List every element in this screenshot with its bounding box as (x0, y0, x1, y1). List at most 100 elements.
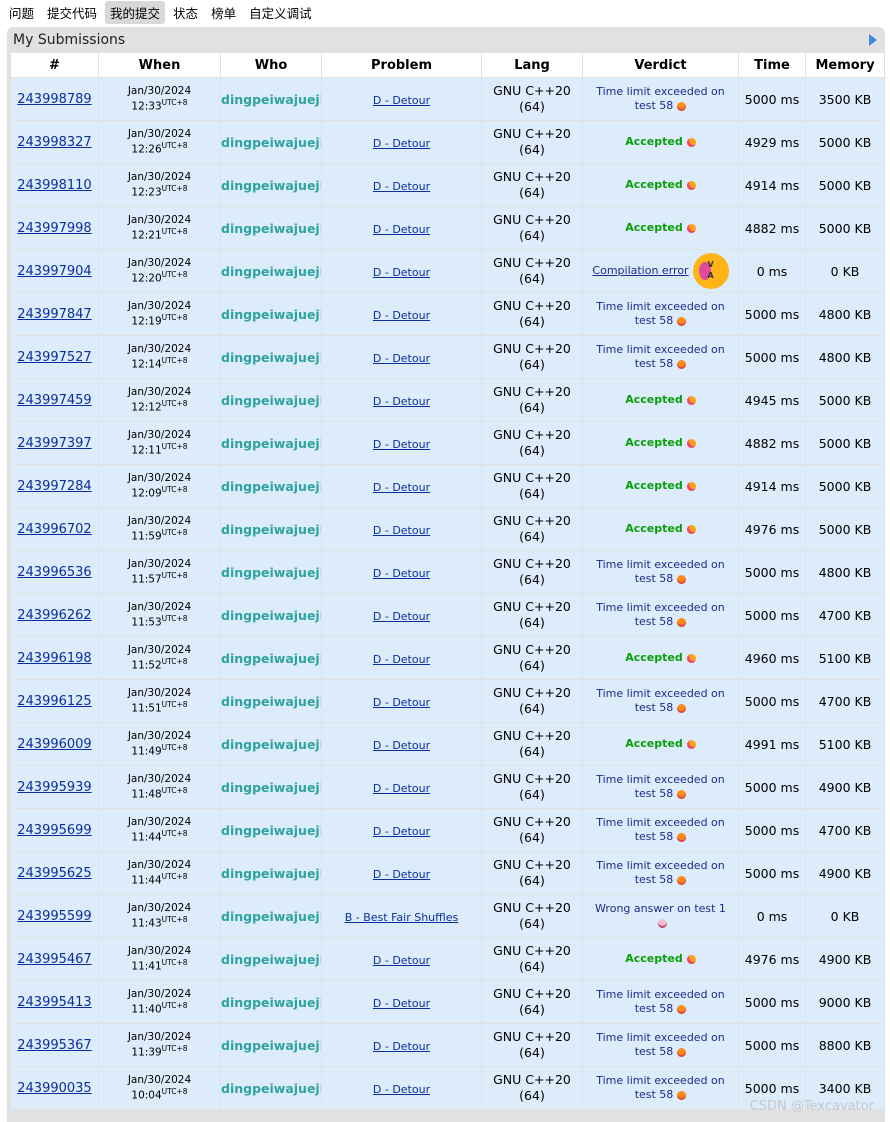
who-cell[interactable]: dingpeiwajueji (221, 809, 321, 851)
user-handle[interactable]: dingpeiwajueji (221, 608, 321, 623)
nav-item[interactable]: 榜单 (206, 1, 241, 24)
submission-id-link[interactable]: 243997459 (17, 393, 91, 408)
nav-item[interactable]: 我的提交 (105, 0, 166, 24)
submission-id-link[interactable]: 243995699 (17, 823, 91, 838)
submission-id-link[interactable]: 243995939 (17, 780, 91, 795)
submission-id-link[interactable]: 243996009 (17, 737, 91, 752)
user-handle[interactable]: dingpeiwajueji (221, 1081, 321, 1096)
problem-link[interactable]: D - Detour (373, 739, 430, 752)
submission-id-link[interactable]: 243997998 (17, 221, 91, 236)
problem-link[interactable]: D - Detour (373, 782, 430, 795)
problem-link[interactable]: D - Detour (373, 567, 430, 580)
user-handle[interactable]: dingpeiwajueji (221, 436, 321, 451)
problem-link[interactable]: D - Detour (373, 137, 430, 150)
submission-id-link[interactable]: 243998327 (17, 135, 91, 150)
problem-link[interactable]: D - Detour (373, 352, 430, 365)
user-handle[interactable]: dingpeiwajueji (221, 479, 321, 494)
who-cell[interactable]: dingpeiwajueji (221, 121, 321, 163)
submission-id-link[interactable]: 243998789 (17, 92, 91, 107)
submission-id-link[interactable]: 243997397 (17, 436, 91, 451)
user-handle[interactable]: dingpeiwajueji (221, 522, 321, 537)
problem-link[interactable]: D - Detour (373, 481, 430, 494)
user-handle[interactable]: dingpeiwajueji (221, 178, 321, 193)
problem-link[interactable]: D - Detour (373, 868, 430, 881)
who-cell[interactable]: dingpeiwajueji (221, 465, 321, 507)
problem-link[interactable]: D - Detour (373, 653, 430, 666)
user-handle[interactable]: dingpeiwajueji (221, 221, 321, 236)
problem-link[interactable]: D - Detour (373, 94, 430, 107)
user-handle[interactable]: dingpeiwajueji (221, 135, 321, 150)
problem-link[interactable]: D - Detour (373, 696, 430, 709)
submission-id-link[interactable]: 243996536 (17, 565, 91, 580)
user-handle[interactable]: dingpeiwajueji (221, 780, 321, 795)
submission-id-link[interactable]: 243998110 (17, 178, 91, 193)
problem-link[interactable]: D - Detour (373, 266, 430, 279)
who-cell[interactable]: dingpeiwajueji (221, 938, 321, 980)
who-cell[interactable]: dingpeiwajueji (221, 508, 321, 550)
who-cell[interactable]: dingpeiwajueji (221, 164, 321, 206)
user-handle[interactable]: dingpeiwajueji (221, 92, 321, 107)
problem-link[interactable]: D - Detour (373, 997, 430, 1010)
who-cell[interactable]: dingpeiwajueji (221, 250, 321, 292)
verdict-link[interactable]: Compilation error (592, 264, 688, 277)
who-cell[interactable]: dingpeiwajueji (221, 852, 321, 894)
problem-link[interactable]: D - Detour (373, 610, 430, 623)
who-cell[interactable]: dingpeiwajueji (221, 594, 321, 636)
user-handle[interactable]: dingpeiwajueji (221, 694, 321, 709)
nav-item[interactable]: 自定义调试 (244, 1, 317, 24)
user-handle[interactable]: dingpeiwajueji (221, 995, 321, 1010)
who-cell[interactable]: dingpeiwajueji (221, 723, 321, 765)
submission-id-link[interactable]: 243997847 (17, 307, 91, 322)
problem-link[interactable]: D - Detour (373, 438, 430, 451)
submission-id-link[interactable]: 243996262 (17, 608, 91, 623)
submission-id-link[interactable]: 243996198 (17, 651, 91, 666)
who-cell[interactable]: dingpeiwajueji (221, 422, 321, 464)
submission-id-link[interactable]: 243995599 (17, 909, 91, 924)
user-handle[interactable]: dingpeiwajueji (221, 264, 321, 279)
problem-link[interactable]: D - Detour (373, 1040, 430, 1053)
problem-link[interactable]: D - Detour (373, 395, 430, 408)
user-handle[interactable]: dingpeiwajueji (221, 909, 321, 924)
user-handle[interactable]: dingpeiwajueji (221, 565, 321, 580)
who-cell[interactable]: dingpeiwajueji (221, 637, 321, 679)
nav-item[interactable]: 问题 (4, 1, 39, 24)
user-handle[interactable]: dingpeiwajueji (221, 307, 321, 322)
problem-link[interactable]: D - Detour (373, 1083, 430, 1096)
who-cell[interactable]: dingpeiwajueji (221, 293, 321, 335)
who-cell[interactable]: dingpeiwajueji (221, 551, 321, 593)
problem-link[interactable]: D - Detour (373, 954, 430, 967)
who-cell[interactable]: dingpeiwajueji (221, 379, 321, 421)
who-cell[interactable]: dingpeiwajueji (221, 1067, 321, 1109)
problem-link[interactable]: D - Detour (373, 223, 430, 236)
who-cell[interactable]: dingpeiwajueji (221, 78, 321, 120)
who-cell[interactable]: dingpeiwajueji (221, 207, 321, 249)
submission-id-link[interactable]: 243996125 (17, 694, 91, 709)
user-handle[interactable]: dingpeiwajueji (221, 952, 321, 967)
user-handle[interactable]: dingpeiwajueji (221, 651, 321, 666)
user-handle[interactable]: dingpeiwajueji (221, 823, 321, 838)
user-handle[interactable]: dingpeiwajueji (221, 737, 321, 752)
submission-id-link[interactable]: 243995413 (17, 995, 91, 1010)
problem-link[interactable]: B - Best Fair Shuffles (345, 911, 459, 924)
nav-item[interactable]: 提交代码 (42, 1, 102, 24)
submission-id-link[interactable]: 243995467 (17, 952, 91, 967)
who-cell[interactable]: dingpeiwajueji (221, 680, 321, 722)
submission-id-link[interactable]: 243995367 (17, 1038, 91, 1053)
problem-link[interactable]: D - Detour (373, 309, 430, 322)
problem-link[interactable]: D - Detour (373, 825, 430, 838)
problem-link[interactable]: D - Detour (373, 524, 430, 537)
expand-arrow-icon[interactable] (869, 33, 877, 46)
submission-id-link[interactable]: 243990035 (17, 1081, 91, 1096)
who-cell[interactable]: dingpeiwajueji (221, 766, 321, 808)
submission-id-link[interactable]: 243997527 (17, 350, 91, 365)
submission-id-link[interactable]: 243996702 (17, 522, 91, 537)
problem-link[interactable]: D - Detour (373, 180, 430, 193)
nav-item[interactable]: 状态 (168, 1, 203, 24)
submission-id-link[interactable]: 243995625 (17, 866, 91, 881)
submission-id-link[interactable]: 243997284 (17, 479, 91, 494)
user-handle[interactable]: dingpeiwajueji (221, 866, 321, 881)
who-cell[interactable]: dingpeiwajueji (221, 895, 321, 937)
who-cell[interactable]: dingpeiwajueji (221, 981, 321, 1023)
user-handle[interactable]: dingpeiwajueji (221, 393, 321, 408)
user-handle[interactable]: dingpeiwajueji (221, 350, 321, 365)
